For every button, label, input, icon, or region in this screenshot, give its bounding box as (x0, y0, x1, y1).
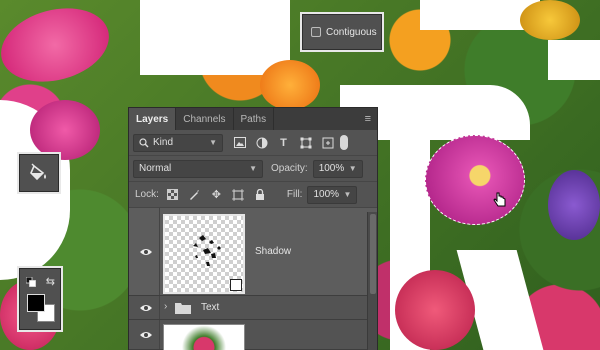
smart-object-filter-icon[interactable] (321, 137, 334, 149)
fill-input[interactable]: 100% ▼ (307, 185, 358, 204)
magenta-flower (30, 100, 100, 160)
opacity-value: 100% (318, 163, 345, 174)
chevron-down-icon: ▼ (348, 164, 357, 173)
filter-kind-label: Kind (153, 137, 174, 148)
chevron-down-icon: ▼ (343, 190, 352, 199)
lock-image-pixels-icon[interactable] (188, 189, 201, 201)
smart-object-badge-icon (230, 279, 242, 291)
opacity-input[interactable]: 100% ▼ (312, 159, 363, 178)
lock-all-icon[interactable] (254, 188, 267, 201)
image-filter-icon[interactable] (233, 137, 246, 149)
chevron-down-icon: ▼ (249, 164, 257, 173)
tab-paths[interactable]: Paths (234, 108, 275, 130)
tab-layers[interactable]: Layers (129, 108, 177, 130)
folder-icon (175, 303, 191, 314)
lock-position-icon[interactable]: ✥ (210, 189, 223, 201)
red-berries (395, 270, 475, 350)
filter-toggle[interactable] (340, 135, 348, 150)
visibility-eye-icon[interactable] (139, 247, 153, 257)
opacity-label: Opacity: (271, 163, 308, 174)
layer-thumbnail[interactable] (163, 324, 245, 350)
layer-name-text: Text (201, 302, 220, 313)
default-colors-icon[interactable] (26, 277, 36, 287)
layer-row-text-group[interactable]: › Text (129, 296, 377, 320)
visibility-eye-icon[interactable] (139, 303, 153, 313)
purple-flower (548, 170, 600, 240)
chevron-right-icon[interactable]: › (164, 301, 167, 312)
chevron-down-icon: ▼ (209, 138, 217, 147)
foreground-color-swatch[interactable] (27, 294, 45, 312)
type-filter-icon[interactable]: T (277, 137, 290, 149)
layer-name-shadow: Shadow (255, 246, 292, 257)
paint-bucket-tool-button[interactable] (19, 154, 59, 192)
contiguous-label: Contiguous (326, 26, 377, 38)
layer-filter-row: Kind ▼ T (129, 130, 377, 156)
scrollbar-thumb[interactable] (370, 214, 376, 294)
lock-transparent-pixels-icon[interactable] (166, 189, 179, 201)
layer-divider (159, 208, 160, 295)
contiguous-option[interactable]: Contiguous (302, 14, 382, 50)
paint-bucket-icon (30, 163, 46, 181)
layer-row-shadow[interactable]: Shadow (129, 208, 377, 296)
fill-label: Fill: (286, 189, 303, 200)
letter-shape-top-left (140, 0, 290, 75)
layer-thumbnail[interactable] (163, 214, 245, 294)
layer-divider (159, 296, 160, 319)
layers-panel: Layers Channels Paths ≡ Kind ▼ T Normal … (128, 107, 378, 350)
filter-kind-dropdown[interactable]: Kind ▼ (133, 133, 223, 152)
lock-label: Lock: (135, 189, 159, 200)
fill-value: 100% (313, 189, 340, 200)
lock-fill-row: Lock: ✥ Fill: 100% ▼ (129, 182, 377, 208)
layers-scrollbar[interactable] (367, 212, 377, 350)
panel-tab-bar: Layers Channels Paths ≡ (129, 108, 377, 130)
blend-opacity-row: Normal ▼ Opacity: 100% ▼ (129, 156, 377, 182)
layer-row-image[interactable] (129, 320, 377, 350)
pink-lily-flower (0, 0, 118, 94)
shape-filter-icon[interactable] (299, 137, 312, 149)
tab-channels[interactable]: Channels (176, 108, 234, 130)
visibility-eye-icon[interactable] (139, 330, 153, 340)
yellow-center-flower (520, 0, 580, 40)
orange-blossoms (260, 60, 320, 110)
contiguous-checkbox[interactable] (311, 27, 321, 37)
letter-shape-right-edge (548, 40, 600, 80)
color-swatches: ⇆ (19, 268, 61, 330)
selected-clematis-flower (425, 135, 525, 225)
layer-divider (159, 320, 160, 349)
blend-mode-value: Normal (139, 163, 172, 174)
blend-mode-dropdown[interactable]: Normal ▼ (133, 159, 263, 178)
panel-menu-icon[interactable]: ≡ (365, 113, 371, 125)
lock-artboard-icon[interactable] (232, 188, 245, 201)
swap-colors-icon[interactable]: ⇆ (46, 275, 55, 288)
search-icon (139, 137, 149, 147)
hand-cursor-icon (493, 192, 507, 213)
adjustment-filter-icon[interactable] (255, 137, 268, 149)
